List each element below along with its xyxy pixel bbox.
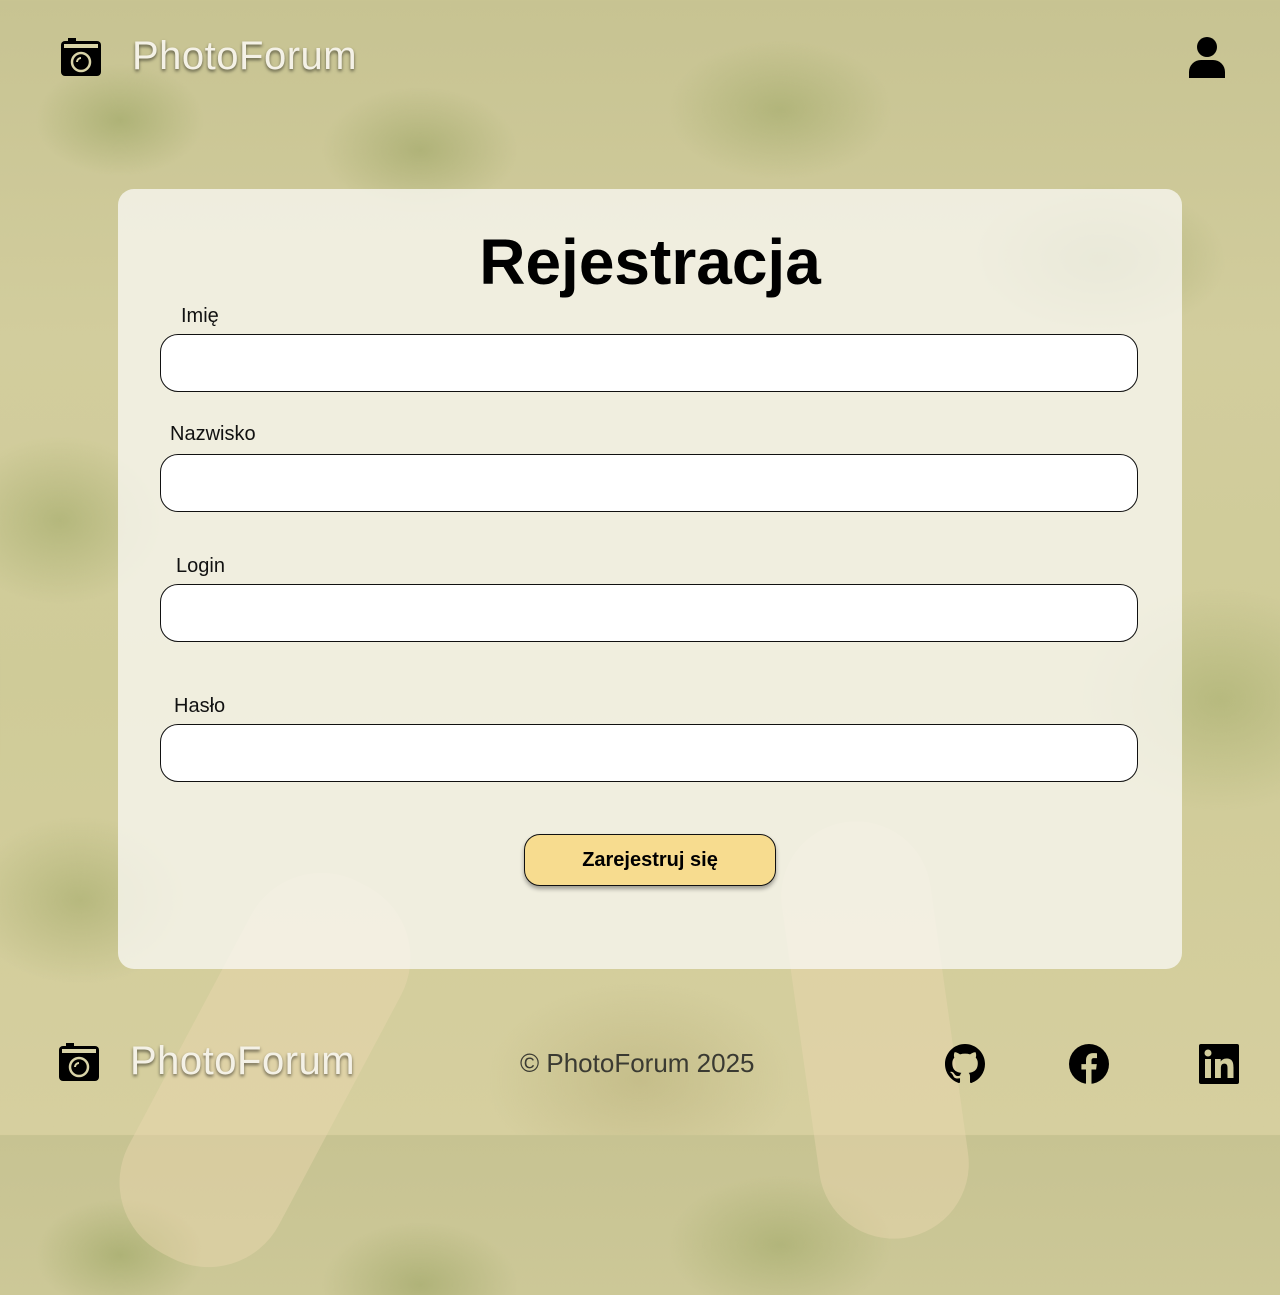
brand-logo-link[interactable]: PhotoForum xyxy=(60,34,357,79)
footer-brand[interactable]: PhotoForum xyxy=(58,1039,355,1084)
first-name-input[interactable] xyxy=(160,334,1138,392)
registration-card: Rejestracja Imię Nazwisko Login Hasło Za… xyxy=(118,189,1182,969)
site-header: PhotoForum xyxy=(0,0,1280,110)
password-input[interactable] xyxy=(160,724,1138,782)
camera-icon xyxy=(61,37,101,76)
first-name-label: Imię xyxy=(181,305,219,327)
copyright-text: © PhotoForum 2025 xyxy=(520,1048,755,1078)
github-icon[interactable] xyxy=(945,1044,985,1084)
linkedin-icon[interactable] xyxy=(1199,1044,1239,1084)
brand-name: PhotoForum xyxy=(132,34,358,78)
last-name-label: Nazwisko xyxy=(170,423,256,445)
register-button[interactable]: Zarejestruj się xyxy=(524,834,776,886)
user-icon[interactable] xyxy=(1188,36,1226,78)
footer-brand-name: PhotoForum xyxy=(130,1039,356,1083)
login-input[interactable] xyxy=(160,584,1138,642)
login-label: Login xyxy=(176,555,225,577)
facebook-icon[interactable] xyxy=(1069,1044,1109,1084)
page-title: Rejestracja xyxy=(479,226,821,298)
password-label: Hasło xyxy=(174,695,226,717)
camera-icon xyxy=(59,1042,99,1081)
last-name-input[interactable] xyxy=(160,454,1138,512)
